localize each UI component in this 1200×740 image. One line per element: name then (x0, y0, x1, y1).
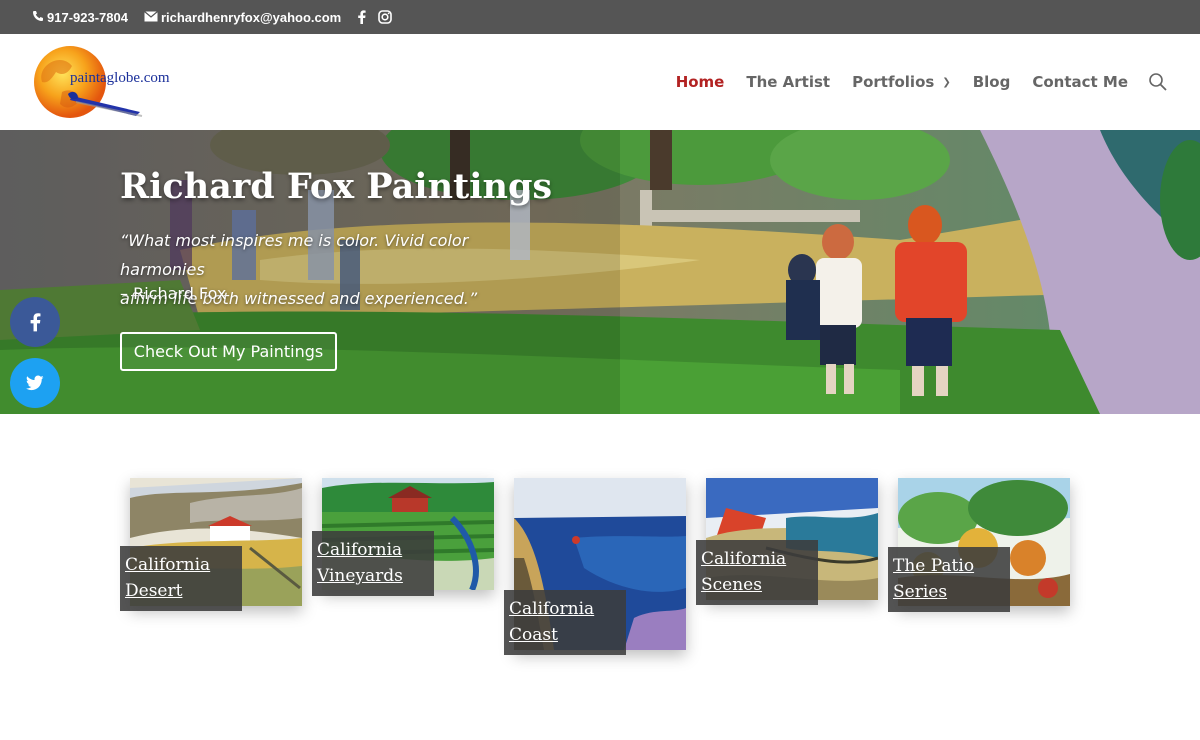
portfolio-title-line: California (317, 540, 403, 560)
portfolio-title-line: Coast (509, 625, 558, 645)
facebook-icon (30, 313, 41, 332)
phone-number: 917-923-7804 (47, 9, 128, 25)
phone-icon (32, 10, 44, 25)
nav-label: Contact Me (1032, 73, 1128, 91)
portfolio-link-california-desert[interactable]: California Desert (120, 546, 242, 611)
nav-label: The Artist (746, 73, 831, 91)
portfolio-link-california-coast[interactable]: California Coast (504, 590, 626, 655)
nav-item-blog[interactable]: Blog (973, 73, 1011, 91)
check-out-paintings-button[interactable]: Check Out My Paintings (120, 332, 337, 371)
quote-author: – Richard Fox (120, 284, 227, 303)
portfolio-title-line: Desert (125, 581, 183, 601)
portfolio-title-line: The Patio (893, 556, 975, 576)
portfolio-title-line: Vineyards (317, 566, 403, 586)
site-header: paintaglobe.com Home The Artist Portfoli… (0, 34, 1200, 130)
nav-label: Blog (972, 73, 1011, 91)
portfolio-link-california-scenes[interactable]: California Scenes (696, 540, 818, 605)
nav-label: Portfolios (852, 73, 935, 91)
portfolio-title-line: Scenes (701, 575, 762, 595)
facebook-icon[interactable] (357, 10, 366, 24)
nav-label: Home (675, 73, 725, 91)
email-contact[interactable]: richardhenryfox@yahoo.com (144, 10, 341, 25)
instagram-icon[interactable] (378, 10, 393, 24)
nav-item-home[interactable]: Home (676, 73, 725, 91)
portfolio-title-line: California (125, 555, 211, 575)
portfolio-title-line: California (509, 599, 595, 619)
quote-line: “What most inspires me is color. Vivid c… (120, 231, 469, 279)
top-bar: 917-923-7804 richardhenryfox@yahoo.com (0, 0, 1200, 34)
nav-item-contact-me[interactable]: Contact Me (1032, 73, 1128, 91)
nav-item-portfolios[interactable]: Portfolios ❯ (852, 73, 951, 91)
email-address: richardhenryfox@yahoo.com (160, 9, 342, 25)
portfolio-link-california-vineyards[interactable]: California Vineyards (312, 531, 434, 596)
nav-item-the-artist[interactable]: The Artist (746, 73, 830, 91)
hero-banner: Richard Fox Paintings “What most inspire… (0, 130, 1200, 414)
twitter-share-button[interactable] (10, 358, 60, 408)
portfolio-link-the-patio-series[interactable]: The Patio Series (888, 547, 1010, 612)
twitter-icon (26, 375, 44, 391)
facebook-share-button[interactable] (10, 297, 60, 347)
portfolio-title-line: California (701, 549, 787, 569)
chevron-down-icon: ❯ (942, 76, 951, 88)
main-nav: Home The Artist Portfolios ❯ Blog Contact… (654, 34, 1128, 130)
logo-text: paintaglobe.com (70, 70, 170, 86)
hero-title: Richard Fox Paintings (120, 166, 553, 207)
search-icon[interactable] (1148, 72, 1168, 92)
portfolio-title-line: Series (893, 582, 948, 602)
site-logo[interactable]: paintaglobe.com (32, 44, 192, 120)
phone-contact[interactable]: 917-923-7804 (32, 10, 128, 25)
envelope-icon (144, 10, 158, 25)
